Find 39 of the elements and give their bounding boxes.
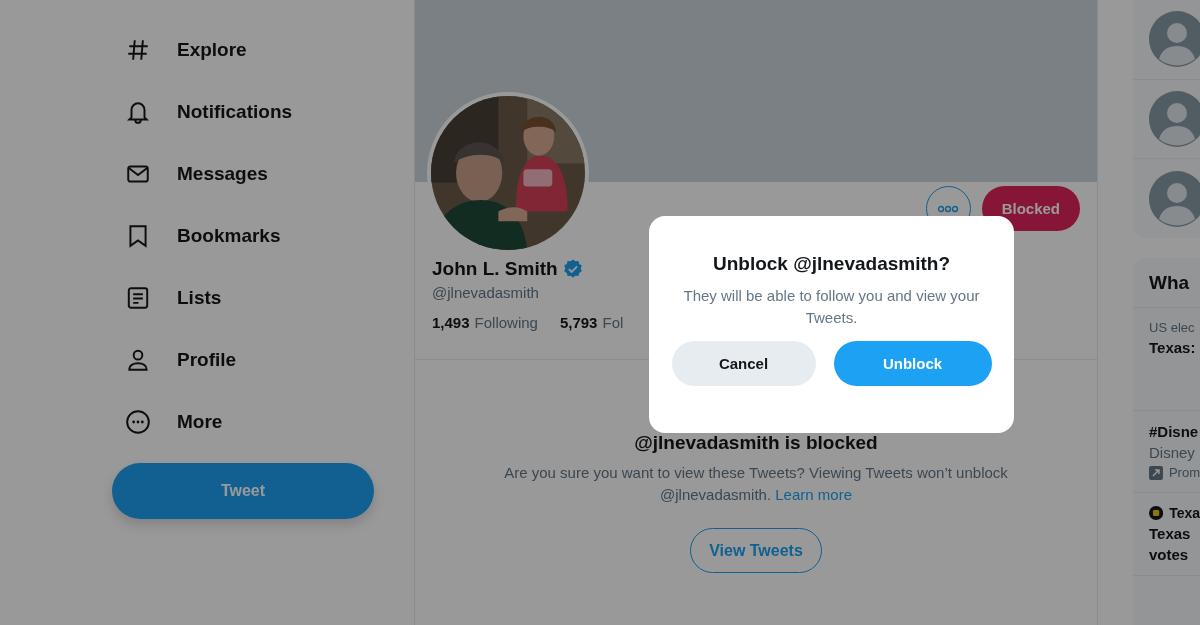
trend-item[interactable]: #Disne Disney Prom — [1133, 411, 1200, 493]
trend-context: US elec — [1149, 320, 1196, 335]
nav-item[interactable]: Messages — [112, 143, 268, 205]
profile-name: John L. Smith — [432, 258, 558, 280]
promoted-label: Prom — [1168, 465, 1200, 480]
nav-item[interactable]: Profile — [112, 329, 237, 391]
avatar-icon[interactable] — [1149, 11, 1200, 68]
avatar-icon[interactable] — [1149, 91, 1200, 147]
bell-icon — [125, 99, 151, 125]
follow-stat[interactable]: 1,493 Following — [432, 314, 538, 331]
trend-description: Disney — [1149, 444, 1196, 461]
nav-item[interactable]: Notifications — [112, 81, 293, 143]
blocked-message: Are you sure you want to view these Tweets? Viewing Tweets won’t unblock @jlnevadasmith. Learn more — [503, 463, 1009, 505]
trend-item[interactable]: Texa Texas votes — [1133, 493, 1200, 576]
trend-title: Texas: — [1149, 339, 1197, 356]
list-icon — [125, 285, 151, 311]
trend-title: #Disne — [1149, 423, 1200, 440]
dialog-title: Unblock @jlnevadasmith? — [712, 253, 951, 275]
news-source: Texa — [1169, 505, 1200, 521]
nav-item[interactable]: Lists — [112, 267, 222, 329]
more-icon — [937, 204, 960, 213]
trends-title: Wha — [1149, 271, 1190, 294]
promoted-icon — [1149, 465, 1163, 480]
nav-item[interactable]: Bookmarks — [112, 205, 281, 267]
blocked-title: @jlnevadasmith is blocked — [634, 432, 878, 454]
trend-title: Texas — [1149, 525, 1192, 542]
profile-handle: @jlnevadasmith — [432, 284, 539, 301]
more-icon — [125, 409, 151, 435]
dialog-message: They will be able to follow you and view your Tweets. — [682, 286, 981, 328]
trend-item[interactable]: US elec Texas: — [1133, 308, 1200, 411]
avatar-icon[interactable] — [1149, 170, 1200, 227]
follow-stat[interactable]: 5,793 Fol — [559, 314, 624, 331]
nav-item[interactable]: More — [112, 391, 223, 453]
news-source-icon — [1149, 505, 1164, 521]
cancel-button[interactable]: Cancel — [671, 341, 816, 386]
person-icon — [125, 347, 151, 373]
hashtag-icon — [125, 37, 151, 63]
trend-title: votes — [1149, 546, 1190, 563]
nav-item[interactable]: Explore — [112, 19, 247, 81]
